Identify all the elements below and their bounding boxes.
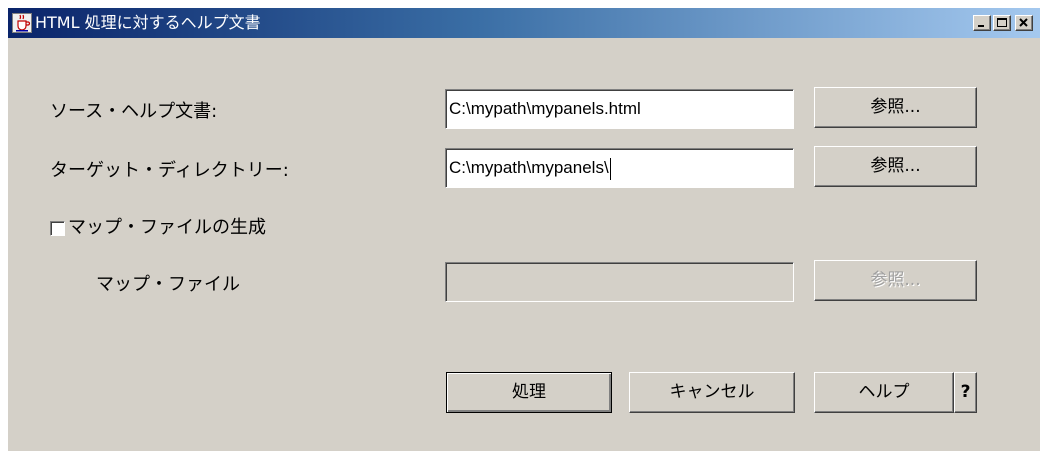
dialog-window: HTML 処理に対するヘルプ文書 ソース・ヘルプ文書: C:\mypath\my… (7, 7, 1040, 451)
close-icon (1019, 18, 1028, 27)
target-directory-label: ターゲット・ディレクトリー: (50, 160, 289, 181)
window-title: HTML 処理に対するヘルプ文書 (35, 13, 261, 32)
java-app-icon[interactable] (12, 13, 32, 33)
source-help-doc-label: ソース・ヘルプ文書: (50, 101, 218, 122)
generate-map-checkbox[interactable] (50, 221, 65, 236)
map-file-label: マップ・ファイル (96, 274, 240, 295)
target-browse-button[interactable]: 参照... (814, 146, 977, 187)
minimize-button[interactable] (973, 15, 991, 31)
source-help-doc-value: C:\mypath\mypanels.html (449, 99, 641, 118)
context-help-button[interactable]: ? (954, 372, 977, 413)
source-browse-button[interactable]: 参照... (814, 87, 977, 128)
help-button[interactable]: ヘルプ (814, 372, 954, 413)
maximize-icon (997, 18, 1007, 27)
map-file-browse-button[interactable]: 参照... (814, 260, 977, 301)
process-button[interactable]: 処理 (446, 372, 612, 413)
minimize-icon (978, 25, 984, 27)
close-button[interactable] (1015, 15, 1033, 31)
title-bar[interactable]: HTML 処理に対するヘルプ文書 (8, 8, 1040, 38)
source-help-doc-input[interactable]: C:\mypath\mypanels.html (445, 89, 794, 129)
target-directory-value: C:\mypath\mypanels\ (449, 158, 609, 177)
target-directory-input[interactable]: C:\mypath\mypanels\ (445, 148, 794, 188)
text-caret (609, 157, 611, 180)
cancel-button[interactable]: キャンセル (629, 372, 795, 413)
map-file-input[interactable] (445, 262, 794, 302)
generate-map-label[interactable]: マップ・ファイルの生成 (68, 217, 266, 239)
maximize-button[interactable] (993, 15, 1011, 31)
